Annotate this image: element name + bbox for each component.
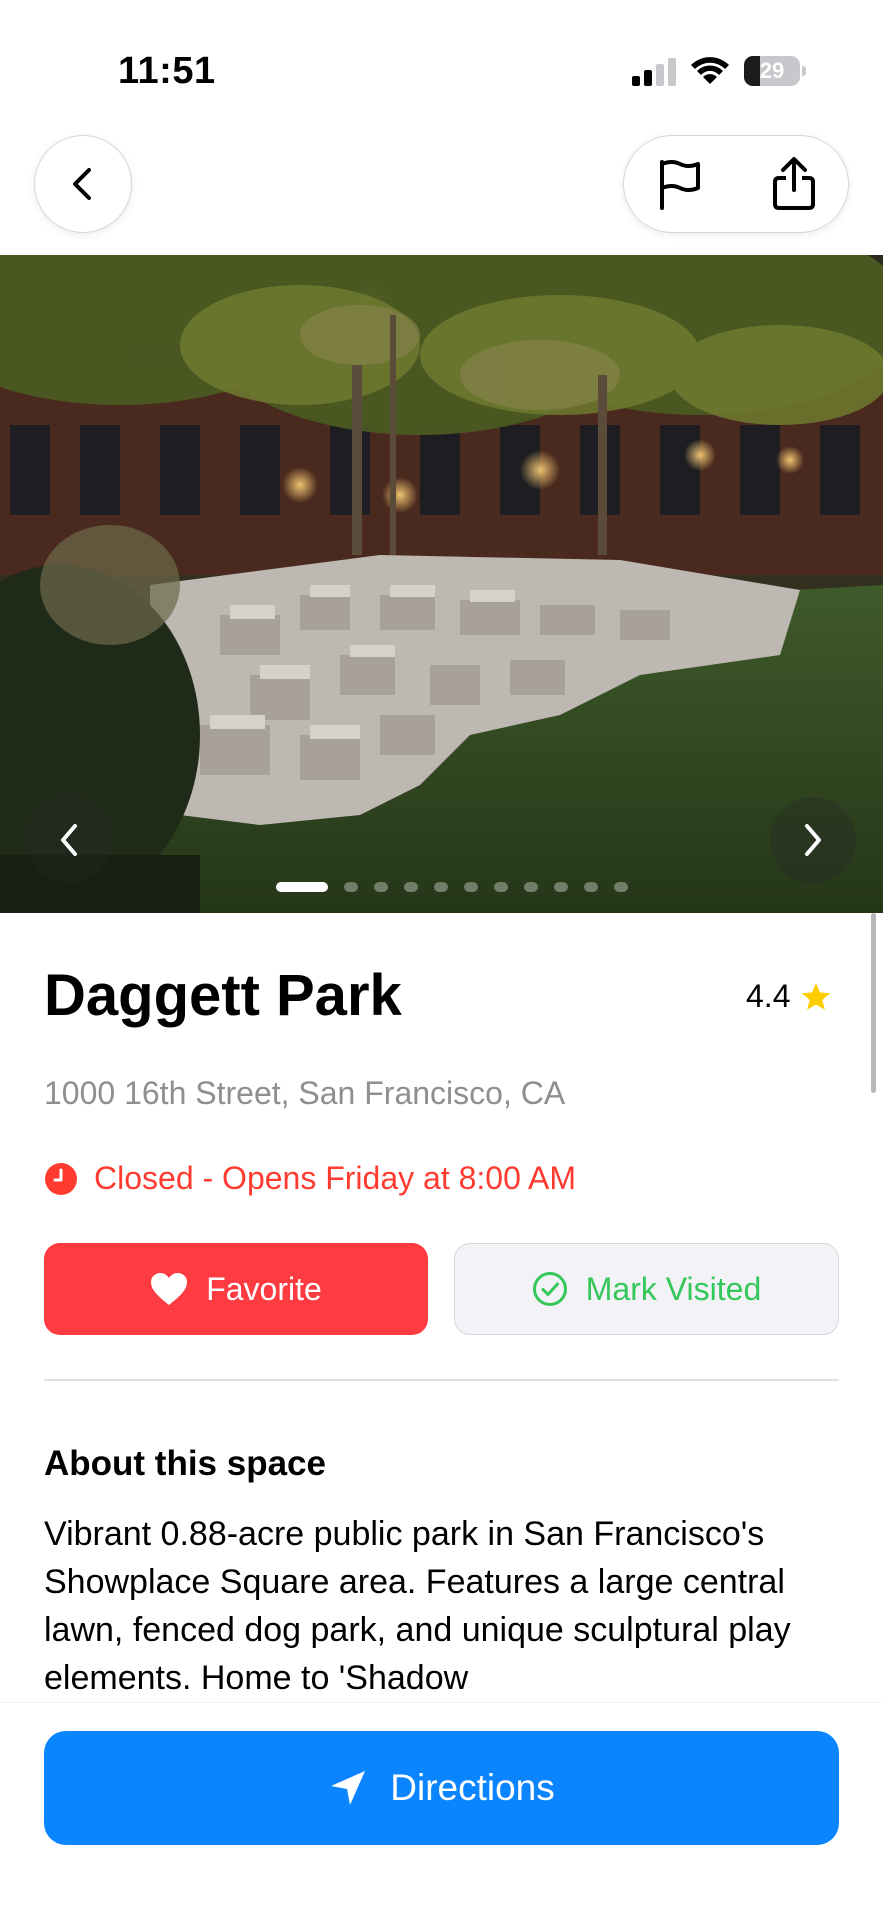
wifi-icon (691, 57, 729, 84)
about-section-title: About this space (44, 1444, 326, 1483)
carousel-dot[interactable] (404, 882, 418, 892)
chevron-right-icon (805, 824, 821, 856)
park-photo-image (0, 255, 883, 913)
rating: 4.4 (746, 978, 832, 1015)
favorite-label: Favorite (206, 1270, 322, 1307)
place-title: Daggett Park (44, 963, 402, 1028)
report-button[interactable] (650, 154, 710, 214)
share-icon (773, 157, 815, 210)
carousel-dot[interactable] (524, 882, 538, 892)
favorite-button[interactable]: Favorite (44, 1243, 428, 1335)
directions-label: Directions (390, 1767, 555, 1808)
about-description: Vibrant 0.88-acre public park in San Fra… (44, 1515, 791, 1697)
carousel-page-indicator[interactable] (276, 882, 628, 892)
carousel-dot[interactable] (554, 882, 568, 892)
battery-level: 29 (759, 58, 785, 83)
hours-text: Closed - Opens Friday at 8:00 AM (94, 1160, 576, 1196)
place-photo[interactable] (0, 255, 883, 913)
rating-value: 4.4 (746, 978, 791, 1014)
carousel-dot[interactable] (434, 882, 448, 892)
share-button[interactable] (764, 154, 824, 214)
checkmark-circle-icon (532, 1272, 567, 1306)
flag-icon (660, 160, 700, 210)
status-bar: 11:51 29 (0, 0, 883, 130)
directions-button[interactable]: Directions (44, 1731, 839, 1845)
address: 1000 16th Street, San Francisco, CA (44, 1075, 566, 1111)
carousel-dot[interactable] (494, 882, 508, 892)
mark-visited-label: Mark Visited (585, 1270, 762, 1307)
battery-icon: 29 (744, 56, 806, 86)
carousel-dot[interactable] (374, 882, 388, 892)
carousel-next-button[interactable] (770, 797, 856, 883)
carousel-dot[interactable] (344, 882, 358, 892)
section-divider (44, 1379, 839, 1381)
cellular-signal-icon (632, 58, 676, 86)
carousel-dot[interactable] (276, 882, 328, 892)
carousel-prev-button[interactable] (26, 797, 112, 883)
status-time: 11:51 (118, 50, 216, 92)
scroll-indicator[interactable] (871, 913, 876, 1093)
clock-icon (45, 1162, 77, 1195)
chevron-left-icon (61, 824, 77, 856)
carousel-dot[interactable] (584, 882, 598, 892)
mark-visited-button[interactable]: Mark Visited (454, 1243, 839, 1335)
star-icon (802, 982, 831, 1010)
carousel-dot[interactable] (464, 882, 478, 892)
location-arrow-icon (331, 1771, 366, 1805)
hours-status: Closed - Opens Friday at 8:00 AM (44, 1160, 576, 1197)
chevron-left-icon (73, 168, 91, 200)
carousel-dot[interactable] (614, 882, 628, 892)
back-button[interactable] (34, 135, 132, 233)
heart-icon (151, 1273, 188, 1305)
nav-actions-group (623, 135, 849, 233)
